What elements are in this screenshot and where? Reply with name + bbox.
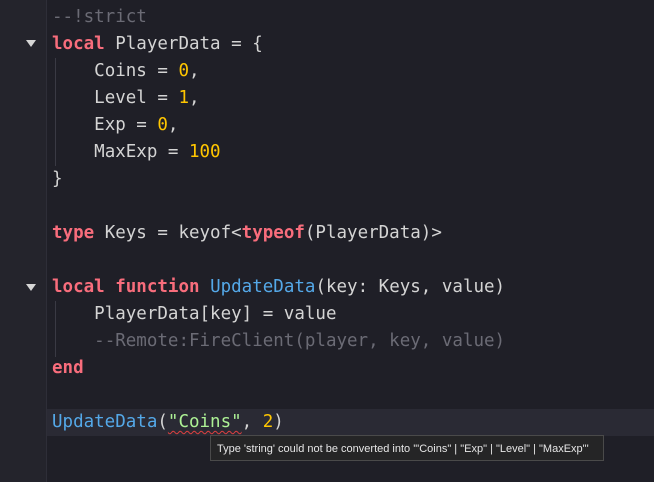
line-gutter [0,0,46,482]
number-literal: 2 [262,412,274,432]
number-literal: 0 [157,115,168,135]
table-key: Level [94,88,147,108]
code-line-6[interactable]: MaxExp = 100 [52,139,654,166]
fold-arrow-icon[interactable] [26,284,36,291]
table-key: Coins [94,61,147,81]
code-text: = { [220,34,263,54]
operator: = [157,142,189,162]
closing-brace: } [52,169,63,189]
operator: = [146,88,179,108]
code-line-15[interactable] [52,382,654,409]
code-line-4[interactable]: Level = 1, [52,85,654,112]
code-line-13[interactable]: --Remote:FireClient(player, key, value) [52,328,654,355]
code-line-11[interactable]: local function UpdateData(key: Keys, val… [52,274,654,301]
code-line-9[interactable]: type Keys = keyof<typeof(PlayerData)> [52,220,654,247]
error-tooltip: Type 'string' could not be converted int… [210,435,604,461]
code-line-10[interactable] [52,247,654,274]
punctuation: , [189,61,200,81]
code-text: (PlayerData)> [304,223,442,243]
string-literal-error: "Coins" [167,412,242,432]
code-line-8[interactable] [52,193,654,220]
number-literal: 0 [178,61,189,81]
parameter-list: (key: Keys, value) [315,277,506,297]
code-text: PlayerData[key] = value [94,304,337,324]
code-line-5[interactable]: Exp = 0, [52,112,654,139]
table-key: Exp [94,115,126,135]
operator: = [146,61,179,81]
table-key: MaxExp [94,142,158,162]
code-line-2[interactable]: local PlayerData = { [52,31,654,58]
code-line-1[interactable]: --!strict [52,4,654,31]
code-line-7[interactable]: } [52,166,654,193]
keyword-function: function [115,277,200,297]
code-editor[interactable]: --!strict local PlayerData = { Coins = 0… [47,4,654,436]
code-line-3[interactable]: Coins = 0, [52,58,654,85]
operator: = [125,115,158,135]
fold-arrow-icon[interactable] [26,40,36,47]
keyword-type: type [52,223,95,243]
keyword-local: local [52,277,105,297]
paren-open: ( [157,412,168,432]
code-text: Keys = keyof< [94,223,242,243]
identifier: PlayerData [115,34,221,54]
keyword-end: end [52,358,84,378]
code-line-12[interactable]: PlayerData[key] = value [52,301,654,328]
number-literal: 100 [188,142,221,162]
number-literal: 1 [178,88,189,108]
code-line-14[interactable]: end [52,355,654,382]
code-line-16[interactable]: UpdateData("Coins", 2) [47,409,654,436]
function-call: UpdateData [52,412,158,432]
function-name: UpdateData [210,277,316,297]
comment: --!strict [52,7,147,27]
punctuation: , [189,88,200,108]
punctuation: , [167,115,179,135]
keyword-typeof: typeof [241,223,305,243]
punctuation: , [241,412,263,432]
keyword-local: local [52,34,105,54]
paren-close: ) [273,412,284,432]
comment: --Remote:FireClient(player, key, value) [94,331,506,351]
